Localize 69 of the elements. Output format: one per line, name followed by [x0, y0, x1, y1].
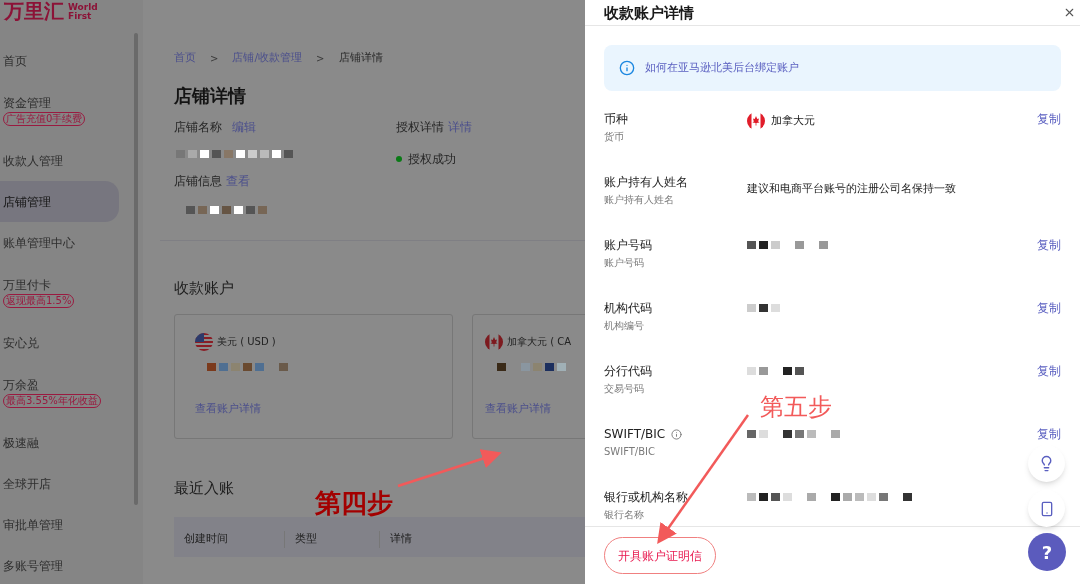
field-value: 建议和电商平台账号的注册公司名保持一致 — [747, 182, 956, 195]
view-link[interactable]: 查看 — [226, 172, 250, 190]
logo-text: First — [68, 12, 93, 21]
tips-button[interactable] — [1028, 445, 1065, 482]
redacted-drawing — [497, 362, 566, 371]
sidebar-item[interactable]: 账单管理中心 — [0, 222, 119, 263]
field-label: 银行或机构名称 — [604, 489, 688, 505]
field-label: SWIFT/BIC — [604, 426, 666, 442]
field-sublabel: SWIFT/BIC — [604, 445, 657, 458]
field-sublabel: 账户号码 — [604, 256, 645, 269]
field-sublabel: 货币 — [604, 130, 625, 143]
field-label: 店铺信息 — [174, 173, 222, 190]
sidebar-item[interactable]: 收款人管理 — [0, 140, 119, 181]
field-sublabel: 银行名称 — [604, 508, 645, 521]
field-label: 店铺名称 — [174, 119, 222, 136]
mobile-button[interactable] — [1028, 490, 1065, 527]
flag-icon — [195, 332, 213, 351]
flag-icon — [485, 332, 503, 351]
breadcrumb-separator: > — [210, 51, 219, 66]
copy-link[interactable]: 复制 — [1037, 363, 1061, 379]
annotation-text: 第四步 — [315, 488, 393, 518]
column-header: 类型 — [284, 531, 379, 548]
field-sublabel: 机构编号 — [604, 319, 645, 332]
drawer-title: 收款账户详情 — [604, 3, 694, 22]
section-title: 收款账户 — [174, 278, 235, 299]
details-link[interactable]: 详情 — [448, 118, 472, 136]
info-icon — [619, 60, 635, 76]
page-title: 店铺详情 — [174, 84, 247, 108]
sidebar-item[interactable]: 极速融 — [0, 422, 119, 463]
notice-banner[interactable]: 如何在亚马逊北美后台绑定账户 — [604, 45, 1061, 91]
field-label: 机构代码 — [604, 300, 652, 316]
close-icon[interactable] — [1063, 6, 1076, 19]
field-value: 加拿大元 — [771, 112, 815, 129]
column-header: 创建时间 — [183, 531, 229, 547]
logo-text: 万里汇 — [4, 1, 64, 21]
redacted-drawing — [747, 304, 780, 312]
sidebar-item[interactable]: 万余盈 最高3.55%年化收益 — [0, 363, 119, 422]
sidebar-item[interactable]: 万里付卡 返现最高1.5% — [0, 263, 119, 322]
annotation-text: 第五步 — [760, 393, 832, 421]
flag-icon — [747, 112, 765, 130]
logo-text: World — [68, 3, 98, 12]
sidebar-item[interactable]: 首页 — [0, 40, 119, 81]
sidebar-item[interactable]: 全球开店 — [0, 463, 119, 504]
status-text: 授权成功 — [408, 151, 456, 168]
breadcrumb-separator: > — [316, 51, 325, 66]
sidebar-item[interactable]: 安心兑 — [0, 322, 119, 363]
copy-link[interactable]: 复制 — [1037, 111, 1061, 127]
section-title: 最近入账 — [174, 477, 235, 499]
field-sublabel: 账户持有人姓名 — [604, 193, 675, 206]
sidebar-item[interactable]: 资金管理 广告充值0手续费 — [0, 81, 119, 140]
promo-tag: 最高3.55%年化收益 — [3, 394, 101, 408]
field-label: 授权详情 — [396, 119, 444, 136]
copy-link[interactable]: 复制 — [1037, 300, 1061, 316]
sidebar-item[interactable]: 店铺管理 — [0, 181, 119, 222]
certificate-button[interactable]: 开具账户证明信 — [604, 537, 716, 574]
currency-name: 美元 ( USD ) — [217, 335, 276, 349]
copy-link[interactable]: 复制 — [1037, 426, 1061, 442]
sidebar-item[interactable]: 审批单管理 — [0, 504, 119, 545]
sidebar-item[interactable]: 多账号管理 — [0, 545, 119, 584]
column-header: 详情 — [379, 531, 412, 548]
currency-name: 加拿大元 ( CA — [507, 335, 572, 349]
copy-link[interactable]: 复制 — [1037, 237, 1061, 253]
field-label: 币种 — [604, 111, 628, 127]
breadcrumb-current: 店铺详情 — [338, 49, 383, 66]
field-sublabel: 交易号码 — [604, 382, 645, 395]
field-label: 账户号码 — [604, 237, 652, 253]
field-label: 分行代码 — [604, 363, 652, 379]
redacted-drawing — [747, 367, 804, 375]
field-label: 账户持有人姓名 — [604, 174, 688, 190]
